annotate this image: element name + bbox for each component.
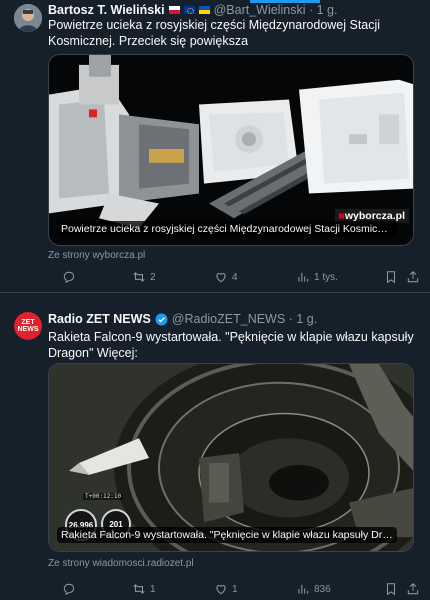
ukraine-flag-icon [198, 6, 210, 14]
separator-dot: · [285, 312, 297, 326]
tweet-header: Radio ZET NEWS @RadioZET_NEWS · 1 g. [48, 311, 317, 327]
retweet-icon [133, 272, 145, 282]
like-icon [216, 585, 226, 595]
eu-flag-icon [183, 6, 195, 14]
author-handle[interactable]: @RadioZET_NEWS [172, 312, 285, 326]
share-icon [407, 583, 419, 595]
views-button[interactable]: 1 tys. [296, 269, 338, 285]
author-handle[interactable]: @Bart_Wielinski [214, 3, 306, 17]
avatar[interactable] [14, 4, 42, 32]
card-caption: Powietrze ucieka z rosyjskiej części Mię… [57, 221, 397, 237]
share-button[interactable] [406, 581, 424, 597]
card-source[interactable]: Ze strony wiadomosci.radiozet.pl [48, 558, 194, 569]
like-button[interactable]: 4 [214, 269, 238, 285]
tweet-divider [0, 292, 430, 293]
tweet-header: Bartosz T. Wieliński @Bart_Wielinski · 1… [48, 2, 337, 18]
bookmark-icon [386, 583, 396, 596]
link-card[interactable]: T+00:12:10 26,996 201 Rakieta Falcon-9 w… [48, 363, 414, 552]
card-caption: Rakieta Falcon-9 wystartowała. "Pęknięci… [57, 527, 397, 543]
like-icon [216, 273, 226, 283]
verified-badge-icon [155, 313, 168, 326]
share-icon [407, 271, 419, 283]
bookmark-icon [386, 271, 396, 284]
retweet-button[interactable]: 1 [132, 581, 156, 597]
card-source[interactable]: Ze strony wyborcza.pl [48, 250, 145, 261]
reply-button[interactable] [62, 581, 80, 597]
author-name[interactable]: Radio ZET NEWS [48, 312, 151, 326]
retweet-icon [133, 584, 145, 594]
share-button[interactable] [406, 269, 424, 285]
radio-zet-logo: ZET NEWS [17, 319, 39, 333]
reply-button[interactable] [62, 269, 80, 285]
retweet-button[interactable]: 2 [132, 269, 156, 285]
poland-flag-icon [168, 6, 180, 14]
tweet[interactable]: ZET NEWS Radio ZET NEWS @RadioZET_NEWS ·… [0, 302, 430, 600]
views-icon [298, 272, 309, 282]
views-icon [298, 584, 309, 594]
action-bar: 2 4 1 tys. [48, 269, 419, 285]
reply-icon [63, 271, 75, 284]
author-name[interactable]: Bartosz T. Wieliński [48, 3, 165, 17]
tweet[interactable]: Bartosz T. Wieliński @Bart_Wielinski · 1… [0, 0, 430, 292]
timestamp[interactable]: 1 g. [317, 3, 338, 17]
timestamp[interactable]: 1 g. [296, 312, 317, 326]
reply-icon [63, 583, 75, 596]
action-bar: 1 1 836 [48, 581, 419, 597]
tweet-text: Rakieta Falcon-9 wystartowała. "Pęknięci… [48, 330, 414, 360]
avatar[interactable]: ZET NEWS [14, 312, 42, 340]
bookmark-button[interactable] [384, 269, 402, 285]
mission-timer: T+00:12:10 [83, 493, 124, 500]
views-button[interactable]: 836 [296, 581, 331, 597]
link-card[interactable]: ■wyborcza.pl Powietrze ucieka z rosyjski… [48, 54, 414, 246]
tweet-text: Powietrze ucieka z rosyjskiej części Mię… [48, 18, 381, 48]
bookmark-button[interactable] [384, 581, 402, 597]
like-button[interactable]: 1 [214, 581, 238, 597]
separator-dot: · [305, 3, 317, 17]
